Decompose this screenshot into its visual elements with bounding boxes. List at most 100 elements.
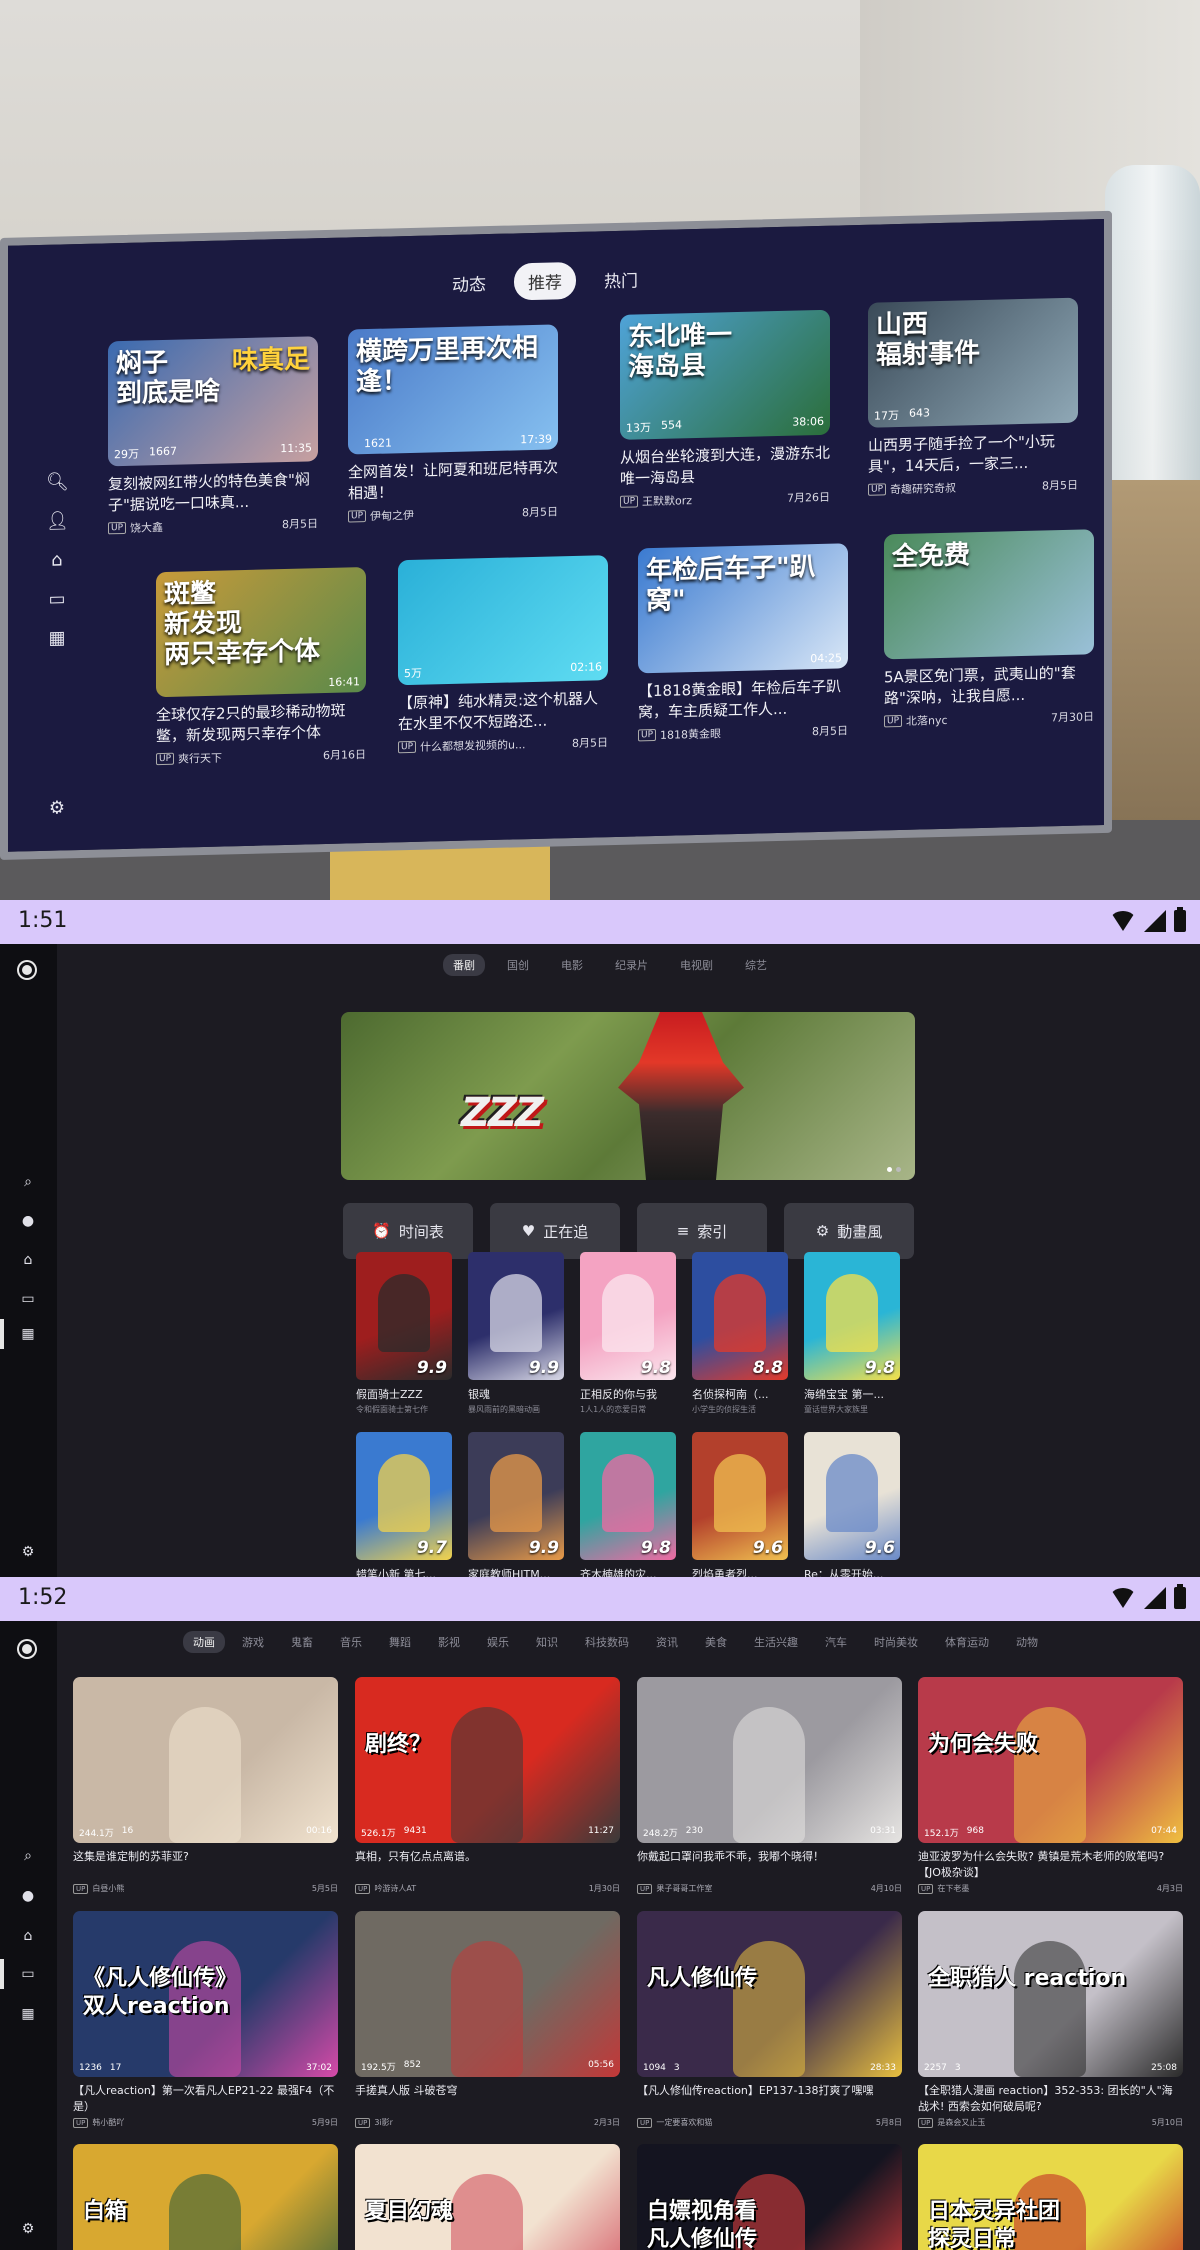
quick-button-1[interactable]: ♥ 正在追 <box>490 1203 620 1259</box>
video-thumbnail[interactable]: 192.5万 852 05:56 <box>355 1911 620 2077</box>
tv-icon[interactable]: ▭ <box>17 1963 39 1985</box>
home-icon[interactable]: ⌂ <box>17 1925 39 1947</box>
tab-5[interactable]: 综艺 <box>735 954 777 976</box>
tab-1[interactable]: 游戏 <box>232 1631 274 1653</box>
film-icon[interactable]: ▦ <box>46 627 68 650</box>
film-icon[interactable]: ▦ <box>17 2003 39 2025</box>
anime-poster-card[interactable]: 8.8 名侦探柯南（... 小学生的侦探生活 <box>692 1252 788 1415</box>
gear-icon[interactable]: ⚙ <box>46 797 68 820</box>
tab-1[interactable]: 推荐 <box>514 261 576 301</box>
avatar[interactable] <box>19 1641 35 1657</box>
tab-14[interactable]: 体育运动 <box>935 1631 999 1653</box>
video-thumbnail[interactable]: 全职猎人 reaction 2257 3 25:08 <box>918 1911 1183 2077</box>
tab-1[interactable]: 国创 <box>497 954 539 976</box>
video-thumbnail[interactable]: 夏目幻魂 <box>355 2144 620 2250</box>
tv-icon[interactable]: ▭ <box>17 1288 39 1310</box>
tab-12[interactable]: 汽车 <box>815 1631 857 1653</box>
tab-9[interactable]: 资讯 <box>646 1631 688 1653</box>
poster-image[interactable]: 9.6 <box>804 1432 900 1560</box>
anime-poster-card[interactable]: 9.7 蜡笔小新 第七... <box>356 1432 452 1577</box>
video-thumbnail[interactable]: 248.2万 230 03:31 <box>637 1677 902 1843</box>
user-icon[interactable]: ● <box>17 1210 39 1232</box>
video-thumbnail[interactable]: 凡人修仙传 1094 3 28:33 <box>637 1911 902 2077</box>
anime-poster-card[interactable]: 9.9 银魂 暴风雨前的黑暗动画 <box>468 1252 564 1415</box>
video-card[interactable]: 凡人修仙传 1094 3 28:33 【凡人修仙传reaction】EP137-138打… <box>637 1911 902 2128</box>
video-card[interactable]: 为何会失败 152.1万 968 07:44 迪亚波罗为什么会失败? 黄镇是荒木老师的败… <box>918 1677 1183 1894</box>
avatar[interactable] <box>19 962 35 978</box>
tab-4[interactable]: 舞蹈 <box>379 1631 421 1653</box>
tab-3[interactable]: 纪录片 <box>605 954 658 976</box>
video-card[interactable]: 全免费 5A景区免门票，武夷山的"套路"深呐，让我自愿... UP 北落nyc 7月30… <box>884 529 1094 729</box>
video-card[interactable]: 东北唯一 海岛县 13万 554 38:06 从烟台坐轮渡到大连，漫游东北唯一海岛县 UP… <box>620 309 830 510</box>
search-icon[interactable]: ⌕ <box>17 1171 39 1193</box>
video-thumbnail[interactable]: 日本灵异社团 探灵日常 <box>918 2144 1183 2250</box>
user-icon[interactable]: 👤︎ <box>46 510 69 533</box>
video-thumbnail[interactable]: 东北唯一 海岛县 13万 554 38:06 <box>620 309 830 440</box>
home-icon[interactable]: ⌂ <box>17 1249 39 1271</box>
poster-image[interactable]: 9.7 <box>356 1432 452 1560</box>
quick-button-3[interactable]: ⚙ 動畫風 <box>784 1203 914 1259</box>
gear-icon[interactable]: ⚙ <box>17 2218 39 2240</box>
video-card[interactable]: 244.1万 16 00:16 这集是谁定制的苏菲亚? UP 白昼小熊 5月5日 <box>73 1677 338 1894</box>
video-card[interactable]: 5万 02:16 【原神】纯水精灵:这个机器人在水里不仅不短路还... UP 什么都想发… <box>398 555 608 755</box>
poster-image[interactable]: 9.9 <box>468 1432 564 1560</box>
poster-image[interactable]: 9.6 <box>692 1432 788 1560</box>
video-thumbnail[interactable]: 焖子 到底是啥 味真足 29万 1667 11:35 <box>108 336 318 467</box>
tab-5[interactable]: 影视 <box>428 1631 470 1653</box>
video-card[interactable]: 年检后车子"趴窝" 04:25 【1818黄金眼】年检后车子趴窝，车主质疑工作人..… <box>638 543 848 743</box>
tab-8[interactable]: 科技数码 <box>575 1631 639 1653</box>
video-thumbnail[interactable]: 横跨万里再次相逢！ 1621 17:39 <box>348 324 558 455</box>
anime-poster-card[interactable]: 9.8 齐木楠雄的灾... <box>580 1432 676 1577</box>
tab-6[interactable]: 娱乐 <box>477 1631 519 1653</box>
video-thumbnail[interactable]: 全免费 <box>884 529 1094 660</box>
poster-image[interactable]: 9.9 <box>356 1252 452 1380</box>
video-card[interactable]: 全职猎人 reaction 2257 3 25:08 【全职猎人漫画 reaction】… <box>918 1911 1183 2128</box>
tab-0[interactable]: 番剧 <box>443 954 485 976</box>
film-icon[interactable]: ▦ <box>17 1323 39 1345</box>
video-thumbnail[interactable]: 白箱 <box>73 2144 338 2250</box>
anime-poster-card[interactable]: 9.8 正相反的你与我 1人1人的恋爱日常 <box>580 1252 676 1415</box>
tab-2[interactable]: 电影 <box>551 954 593 976</box>
anime-poster-card[interactable]: 9.6 烈焰勇者烈... <box>692 1432 788 1577</box>
tab-7[interactable]: 知识 <box>526 1631 568 1653</box>
video-thumbnail[interactable]: 剧终？ 526.1万 9431 11:27 <box>355 1677 620 1843</box>
poster-image[interactable]: 9.8 <box>580 1252 676 1380</box>
tab-0[interactable]: 动画 <box>183 1631 225 1653</box>
tab-2[interactable]: 鬼畜 <box>281 1631 323 1653</box>
tab-10[interactable]: 美食 <box>695 1631 737 1653</box>
video-card[interactable]: 白箱 <box>73 2144 338 2250</box>
video-card[interactable]: 剧终？ 526.1万 9431 11:27 真相，只有亿点点离谱。 UP 吟游诗人AT 1月3… <box>355 1677 620 1894</box>
home-icon[interactable]: ⌂ <box>46 549 68 572</box>
tab-13[interactable]: 时尚美妆 <box>864 1631 928 1653</box>
anime-poster-card[interactable]: 9.9 假面骑士ZZZ 令和假面骑士第七作 <box>356 1252 452 1415</box>
tab-11[interactable]: 生活兴趣 <box>744 1631 808 1653</box>
tab-3[interactable]: 音乐 <box>330 1631 372 1653</box>
poster-image[interactable]: 8.8 <box>692 1252 788 1380</box>
video-thumbnail[interactable]: 为何会失败 152.1万 968 07:44 <box>918 1677 1183 1843</box>
quick-button-0[interactable]: ⏰ 时间表 <box>343 1203 473 1259</box>
video-thumbnail[interactable]: 斑鳖 新发现 两只幸存个体 16:41 <box>156 567 366 698</box>
tv-icon[interactable]: ▭ <box>46 588 68 611</box>
video-card[interactable]: 横跨万里再次相逢！ 1621 17:39 全网首发！让阿夏和班尼特再次相遇！ UP 伊甸之… <box>348 324 558 524</box>
gear-icon[interactable]: ⚙ <box>17 1541 39 1563</box>
video-thumbnail[interactable]: 白嫖视角看 凡人修仙传 <box>637 2144 902 2250</box>
video-card[interactable]: 248.2万 230 03:31 你戴起口罩问我乖不乖，我嘟个晓得！ UP 果子哥哥工作室… <box>637 1677 902 1894</box>
video-card[interactable]: 夏目幻魂 <box>355 2144 620 2250</box>
video-card[interactable]: 192.5万 852 05:56 手搓真人版 斗破苍穹 UP 3i影r 2月3日 <box>355 1911 620 2128</box>
tab-15[interactable]: 动物 <box>1006 1631 1048 1653</box>
video-thumbnail[interactable]: 山西 辐射事件 17万 643 <box>868 297 1078 428</box>
anime-poster-card[interactable]: 9.8 海绵宝宝 第一... 童话世界大家族里 <box>804 1252 900 1415</box>
video-card[interactable]: 焖子 到底是啥 味真足 29万 1667 11:35 复刻被网红带火的特色美食"焖子"据说… <box>108 336 318 536</box>
anime-poster-card[interactable]: 9.9 家庭教师HITM... <box>468 1432 564 1577</box>
video-card[interactable]: 山西 辐射事件 17万 643 山西男子随手捡了一个"小玩具"，14天后，一家三...… <box>868 297 1078 498</box>
tab-4[interactable]: 电视剧 <box>670 954 723 976</box>
banner-carousel[interactable]: ZZZ <box>341 1012 915 1180</box>
anime-poster-card[interactable]: 9.6 Re：从零开始... <box>804 1432 900 1577</box>
video-thumbnail[interactable]: 《凡人修仙传》 双人reaction 1236 17 37:02 <box>73 1911 338 2077</box>
video-thumbnail[interactable]: 年检后车子"趴窝" 04:25 <box>638 543 848 674</box>
video-card[interactable]: 白嫖视角看 凡人修仙传 <box>637 2144 902 2250</box>
user-icon[interactable]: ● <box>17 1885 39 1907</box>
video-card[interactable]: 《凡人修仙传》 双人reaction 1236 17 37:02 【凡人reaction… <box>73 1911 338 2128</box>
video-card[interactable]: 日本灵异社团 探灵日常 <box>918 2144 1183 2250</box>
tab-0[interactable]: 动态 <box>438 264 500 303</box>
